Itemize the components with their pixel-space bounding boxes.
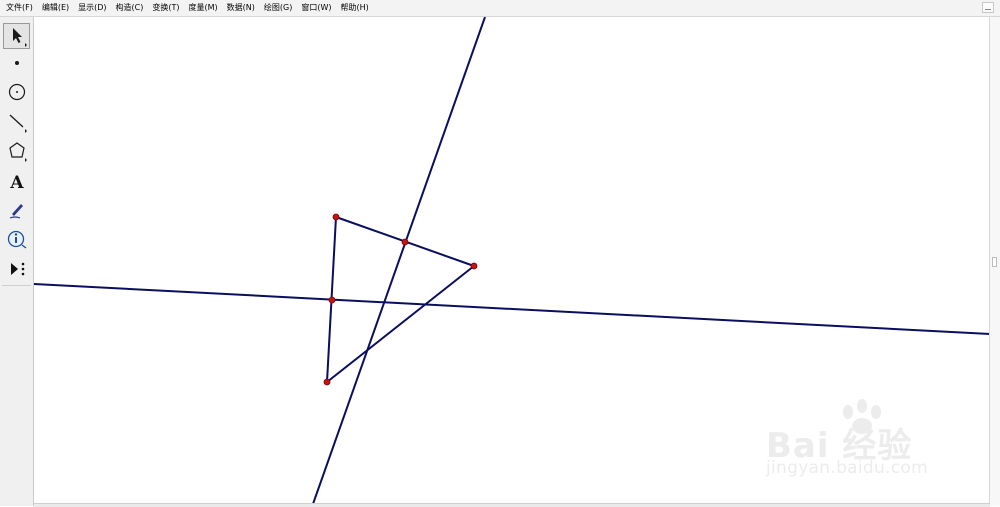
straightedge-tool-icon <box>9 114 27 133</box>
menu-measure[interactable]: 度量(M) <box>189 0 218 16</box>
horizontal-scrollbar[interactable] <box>34 503 990 507</box>
marker-tool[interactable] <box>3 197 30 223</box>
menu-transform[interactable]: 变换(T) <box>152 0 179 16</box>
menu-bar: 文件(F) 编辑(E) 显示(D) 构造(C) 变换(T) 度量(M) 数据(N… <box>0 0 1000 17</box>
marker-tool-icon <box>9 204 23 219</box>
straightedge-tool[interactable] <box>3 109 30 135</box>
restore-window-button[interactable] <box>982 2 994 13</box>
menu-data[interactable]: 数据(N) <box>227 0 255 16</box>
polygon-tool[interactable] <box>3 138 30 164</box>
vertical-scrollbar[interactable] <box>989 17 1000 506</box>
point-tool-icon <box>14 61 19 65</box>
menu-file[interactable]: 文件(F) <box>6 0 33 16</box>
triangle-side-bottom[interactable] <box>326 265 475 383</box>
compass-tool-icon <box>8 83 25 101</box>
vertex-point-right[interactable] <box>470 262 478 270</box>
vertex-point-top[interactable] <box>332 213 340 221</box>
intersection-point-top[interactable] <box>401 238 409 246</box>
arrow-select-tool-icon <box>12 28 27 47</box>
vertex-point-bottom[interactable] <box>323 378 331 386</box>
custom-tool-icon <box>10 262 24 276</box>
watermark-url: jingyan.baidu.com <box>766 458 928 478</box>
menu-graph[interactable]: 绘图(G) <box>264 0 292 16</box>
toolbox: A <box>0 17 34 506</box>
intersection-point-left[interactable] <box>328 296 336 304</box>
menu-display[interactable]: 显示(D) <box>78 0 106 16</box>
point-tool[interactable] <box>3 50 30 76</box>
svg-text:A: A <box>9 173 24 192</box>
horizontal-line[interactable] <box>34 283 990 335</box>
information-tool-icon <box>7 230 26 249</box>
watermark: Bai 经验 jingyan.baidu.com <box>766 399 966 490</box>
text-tool-icon: A <box>9 173 24 192</box>
menu-window[interactable]: 窗口(W) <box>301 0 331 16</box>
information-tool[interactable] <box>3 226 30 252</box>
toolbox-separator <box>2 285 31 286</box>
menu-construct[interactable]: 构造(C) <box>116 0 144 16</box>
menu-help[interactable]: 帮助(H) <box>341 0 369 16</box>
arrow-select-tool[interactable] <box>3 23 30 49</box>
menu-edit[interactable]: 编辑(E) <box>42 0 69 16</box>
menu-items: 文件(F) 编辑(E) 显示(D) 构造(C) 变换(T) 度量(M) 数据(N… <box>6 0 369 16</box>
custom-tool[interactable] <box>3 256 30 282</box>
polygon-tool-icon <box>8 142 27 162</box>
scroll-grip[interactable] <box>992 257 997 267</box>
compass-tool[interactable] <box>3 79 30 105</box>
text-tool[interactable]: A <box>3 168 30 194</box>
